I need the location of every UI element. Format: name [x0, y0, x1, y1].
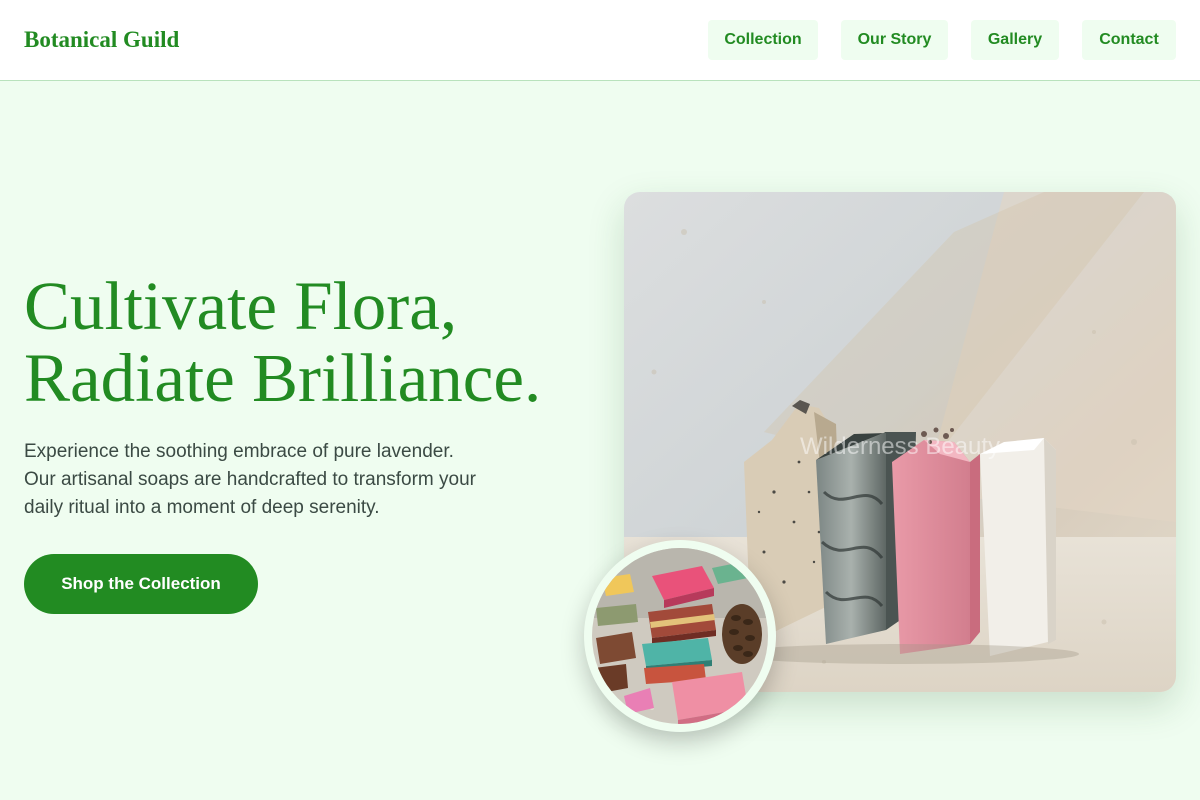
photo-watermark: Wilderness Beauty [800, 433, 1000, 460]
hero-description-line: daily ritual into a moment of deep seren… [24, 497, 380, 518]
nav-gallery-link[interactable]: Gallery [971, 20, 1059, 60]
nav-our-story-link[interactable]: Our Story [841, 20, 948, 60]
hero-description-line: Our artisanal soaps are handcrafted to t… [24, 469, 477, 490]
hero-title-line: Cultivate Flora, [24, 268, 458, 344]
site-header: Botanical Guild Collection Our Story Gal… [0, 0, 1200, 81]
hero-title: Cultivate Flora, Radiate Brilliance. [24, 270, 604, 414]
hero-description-line: Experience the soothing embrace of pure … [24, 441, 454, 462]
circle-photo-frame [584, 540, 776, 732]
nav-contact-link[interactable]: Contact [1082, 20, 1176, 60]
nav-collection-link[interactable]: Collection [708, 20, 818, 60]
hero-description: Experience the soothing embrace of pure … [24, 438, 564, 522]
shop-collection-button[interactable]: Shop the Collection [24, 554, 258, 614]
hero-title-line: Radiate Brilliance. [24, 340, 542, 416]
brand-logo-text[interactable]: Botanical Guild [24, 27, 179, 53]
assorted-soaps-photo [592, 548, 768, 724]
